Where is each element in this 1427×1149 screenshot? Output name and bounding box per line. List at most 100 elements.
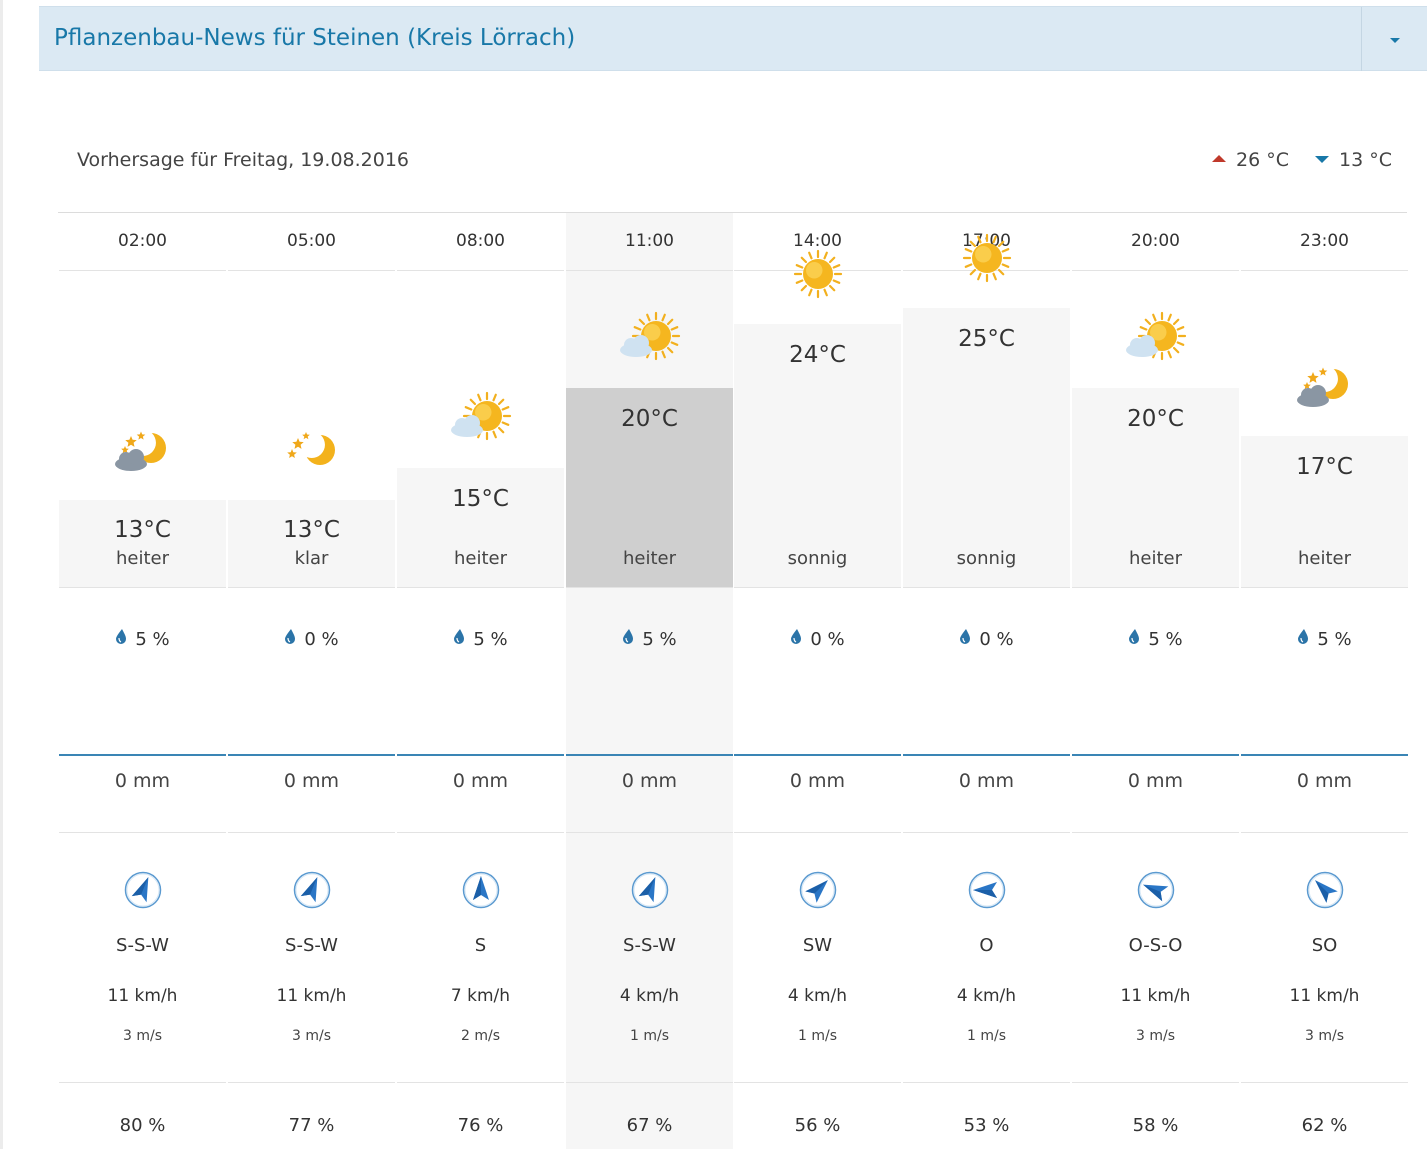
rain-probability: 5 % <box>397 628 564 650</box>
row-separator <box>1072 1082 1239 1083</box>
precip-baseline <box>397 754 564 756</box>
row-separator <box>228 270 395 271</box>
row-separator <box>1241 587 1408 588</box>
rain-probability: 0 % <box>734 628 901 650</box>
rain-probability-value: 5 % <box>642 629 677 650</box>
wind-speed-kmh: 11 km/h <box>1120 986 1191 1006</box>
temperature-value: 17°C <box>1296 454 1353 480</box>
wind-direction-icon <box>293 871 331 909</box>
row-separator <box>734 587 901 588</box>
wind-direction-icon <box>462 871 500 909</box>
row-separator <box>397 270 564 271</box>
row-separator <box>397 587 564 588</box>
rain-probability: 5 % <box>59 628 226 650</box>
rain-probability-value: 0 % <box>979 629 1014 650</box>
row-separator <box>903 1082 1070 1083</box>
row-separator <box>1072 270 1239 271</box>
sun-cloud-icon <box>449 390 513 446</box>
temperature-value: 13°C <box>283 517 340 543</box>
raindrop-icon <box>284 628 296 649</box>
wind-direction: S-S-W <box>285 935 338 956</box>
wind-speed-kmh: 4 km/h <box>619 986 680 1006</box>
raindrop-icon <box>115 628 127 649</box>
row-separator <box>903 832 1070 833</box>
rain-probability: 0 % <box>228 628 395 650</box>
precip-baseline <box>228 754 395 756</box>
row-separator <box>228 587 395 588</box>
raindrop-icon <box>1297 628 1309 649</box>
condition-label: heiter <box>1128 548 1182 569</box>
row-separator <box>566 270 733 271</box>
forecast-column: 11:00 20°C heiter 5 % 0 mm S-S-W 4 km/h 1 m/s 67… <box>566 213 733 1149</box>
condition-label: heiter <box>453 548 507 569</box>
caret-down-icon <box>1390 38 1400 43</box>
wind-speed-ms: 2 m/s <box>460 1028 500 1044</box>
wind-speed-kmh: 7 km/h <box>450 986 511 1006</box>
condition-label: heiter <box>1297 548 1351 569</box>
time-label: 23:00 <box>1300 231 1349 251</box>
temperature-value: 20°C <box>621 406 678 432</box>
raindrop-icon <box>622 628 634 649</box>
row-separator <box>1241 1082 1408 1083</box>
row-separator <box>734 1082 901 1083</box>
forecast-column: 02:00 13°C heiter 5 % 0 mm S-S-W 11 km/h 3 m/s 8… <box>59 213 226 1149</box>
panel-toggle-button[interactable] <box>1362 7 1427 71</box>
row-separator <box>1241 270 1408 271</box>
temperature-bar <box>59 500 226 587</box>
min-temp-value: 13 °C <box>1339 149 1392 171</box>
wind-speed-ms: 3 m/s <box>1304 1028 1344 1044</box>
raindrop-icon <box>1128 628 1140 649</box>
precip-baseline <box>903 754 1070 756</box>
row-separator <box>397 1082 564 1083</box>
humidity-value: 76 % <box>457 1115 504 1136</box>
precipitation-amount: 0 mm <box>283 770 340 792</box>
temperature-value: 20°C <box>1127 406 1184 432</box>
wind-direction-icon <box>124 871 162 909</box>
rain-probability-value: 0 % <box>304 629 339 650</box>
humidity-value: 58 % <box>1132 1115 1179 1136</box>
wind-speed-ms: 1 m/s <box>797 1028 837 1044</box>
condition-label: sonnig <box>956 548 1017 569</box>
precip-baseline <box>59 754 226 756</box>
wind-direction-icon <box>1137 871 1175 909</box>
condition-label: heiter <box>115 548 169 569</box>
wind-direction-icon <box>1306 871 1344 909</box>
row-separator <box>228 1082 395 1083</box>
row-separator <box>1072 587 1239 588</box>
forecast-column: 05:00 13°C klar 0 % 0 mm S-S-W 11 km/h 3 m/s 77 … <box>228 213 395 1149</box>
rain-probability: 5 % <box>1241 628 1408 650</box>
temperature-value: 25°C <box>958 326 1015 352</box>
row-separator <box>566 832 733 833</box>
panel-header[interactable]: Pflanzenbau-News für Steinen (Kreis Lörr… <box>39 6 1427 71</box>
temperature-value: 15°C <box>452 486 509 512</box>
row-separator <box>734 832 901 833</box>
wind-direction: S-S-W <box>623 935 676 956</box>
wind-speed-kmh: 4 km/h <box>787 986 848 1006</box>
humidity-value: 67 % <box>626 1115 673 1136</box>
precipitation-amount: 0 mm <box>621 770 678 792</box>
max-temp: 26 °C <box>1212 149 1289 171</box>
humidity-value: 77 % <box>288 1115 335 1136</box>
sun-icon <box>786 246 850 302</box>
precip-baseline <box>566 754 733 756</box>
left-border <box>0 0 3 1149</box>
temperature-value: 13°C <box>114 517 171 543</box>
precip-baseline <box>1072 754 1239 756</box>
precipitation-amount: 0 mm <box>452 770 509 792</box>
time-label: 05:00 <box>287 231 336 251</box>
temperature-bar <box>228 500 395 587</box>
raindrop-icon <box>959 628 971 649</box>
rain-probability-value: 5 % <box>135 629 170 650</box>
row-separator <box>566 1082 733 1083</box>
wind-speed-ms: 3 m/s <box>1135 1028 1175 1044</box>
precipitation-amount: 0 mm <box>958 770 1015 792</box>
row-separator <box>59 587 226 588</box>
rain-probability: 5 % <box>566 628 733 650</box>
forecast-column: 08:00 15°C heiter 5 % 0 mm S 7 km/h 2 m/s 76 % <box>397 213 564 1149</box>
row-separator <box>59 832 226 833</box>
forecast-column: 20:00 20°C heiter 5 % 0 mm O-S-O 11 km/h 3 m/s 5… <box>1072 213 1239 1149</box>
wind-direction: S <box>474 935 487 956</box>
precip-baseline <box>734 754 901 756</box>
wind-direction: S-S-W <box>116 935 169 956</box>
row-separator <box>228 832 395 833</box>
